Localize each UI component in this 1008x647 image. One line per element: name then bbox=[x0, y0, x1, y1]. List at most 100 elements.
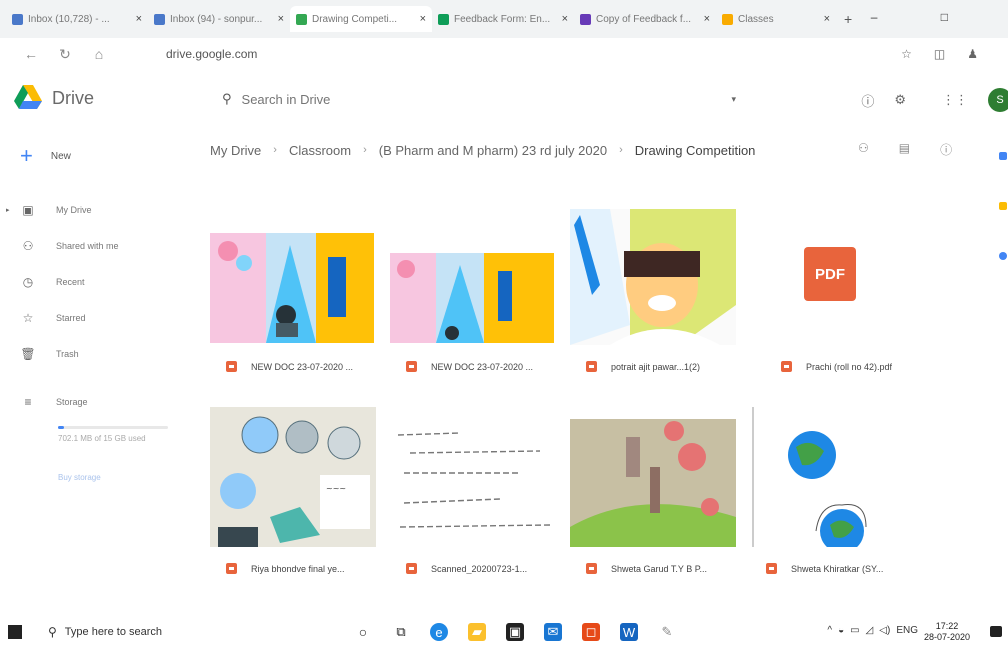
browser-tab[interactable]: Inbox (94) - sonpur... × bbox=[148, 6, 290, 32]
task-view-icon[interactable]: ⧉ bbox=[392, 623, 410, 641]
file-name: Shweta Garud T.Y B P... bbox=[586, 563, 751, 574]
new-tab-button[interactable]: + bbox=[844, 11, 852, 27]
close-icon[interactable]: × bbox=[278, 13, 284, 25]
breadcrumb-current[interactable]: Drawing Competition bbox=[635, 143, 756, 158]
side-panel-strip bbox=[996, 140, 1008, 600]
sidebar-item-storage[interactable]: ≡ Storage bbox=[0, 384, 190, 420]
profile-icon[interactable]: ♟ bbox=[967, 47, 978, 61]
browser-tab[interactable]: Classes × bbox=[716, 6, 836, 32]
file-card[interactable]: Shweta Garud T.Y B P... bbox=[570, 407, 736, 574]
browser-tab[interactable]: Feedback Form: En... × bbox=[432, 6, 574, 32]
back-icon[interactable]: ← bbox=[14, 46, 48, 62]
forms-icon bbox=[438, 13, 449, 25]
browser-tab[interactable]: Inbox (10,728) - ... × bbox=[6, 6, 148, 32]
pen-icon[interactable]: ✎ bbox=[658, 623, 676, 641]
calendar-icon[interactable] bbox=[999, 152, 1007, 160]
settings-icon[interactable]: ⚙ bbox=[894, 92, 906, 108]
breadcrumb: My Drive › Classroom › (B Pharm and M ph… bbox=[210, 139, 755, 161]
file-explorer-icon[interactable]: ▰ bbox=[468, 623, 486, 641]
sidebar-item-starred[interactable]: ☆ Starred bbox=[0, 300, 190, 336]
close-icon[interactable]: × bbox=[562, 13, 568, 25]
taskbar-search[interactable]: ⚲ Type here to search bbox=[48, 625, 308, 639]
drive-logo-icon[interactable] bbox=[14, 84, 42, 110]
chevron-right-icon: › bbox=[619, 144, 623, 156]
extension-icon[interactable]: ◫ bbox=[934, 47, 945, 61]
wifi-icon[interactable]: ◒ bbox=[838, 625, 844, 636]
file-card[interactable]: Shweta Khiratkar (SY... bbox=[750, 407, 916, 574]
breadcrumb-item[interactable]: My Drive bbox=[210, 143, 261, 158]
cortana-icon[interactable]: ○ bbox=[354, 623, 372, 641]
network-icon[interactable]: ◿ bbox=[866, 625, 874, 636]
volume-icon[interactable]: ◁) bbox=[879, 625, 890, 636]
address-bar: ← ↻ ⌂ drive.google.com ☆ ◫ ♟ bbox=[0, 38, 1008, 70]
pdf-file-icon bbox=[226, 563, 237, 574]
window-controls[interactable]: – □ bbox=[871, 10, 978, 24]
close-icon[interactable]: × bbox=[704, 13, 710, 25]
buy-storage-link[interactable]: Buy storage bbox=[0, 473, 190, 482]
info-icon[interactable]: ⓘ bbox=[940, 141, 952, 158]
taskbar: ⚲ Type here to search ○ ⧉ e ▰ ▣ ✉ ◻ W ✎ … bbox=[0, 617, 1008, 647]
help-icon[interactable]: ⓘ bbox=[861, 91, 874, 110]
close-icon[interactable]: × bbox=[824, 13, 830, 25]
file-name: NEW DOC 23-07-2020 ... bbox=[226, 361, 391, 372]
word-icon[interactable]: W bbox=[620, 623, 638, 641]
office-icon[interactable]: ◻ bbox=[582, 623, 600, 641]
trash-icon: 🗑︎ bbox=[20, 347, 36, 361]
close-icon[interactable]: × bbox=[136, 13, 142, 25]
reload-icon[interactable]: ↻ bbox=[48, 46, 82, 63]
file-thumbnail: PDF bbox=[765, 205, 931, 345]
file-card[interactable]: PDF Prachi (roll no 42).pdf bbox=[765, 205, 931, 372]
avatar[interactable]: S bbox=[988, 88, 1008, 112]
svg-text:~~~: ~~~ bbox=[326, 484, 346, 493]
file-card[interactable]: NEW DOC 23-07-2020 ... bbox=[210, 205, 376, 372]
sidebar-item-trash[interactable]: 🗑︎ Trash bbox=[0, 336, 190, 372]
close-icon[interactable]: × bbox=[420, 13, 426, 25]
search-input[interactable] bbox=[241, 91, 722, 107]
chevron-right-icon[interactable]: ▸ bbox=[6, 206, 10, 214]
file-card[interactable]: potrait ajit pawar...1(2) bbox=[570, 205, 736, 372]
search-bar[interactable]: ⚲ ▾ bbox=[210, 80, 775, 118]
apps-grid-icon[interactable]: ⋮⋮ bbox=[942, 92, 968, 108]
url-field[interactable]: drive.google.com bbox=[166, 47, 901, 61]
file-name: Scanned_20200723-1... bbox=[406, 563, 571, 574]
edge-icon[interactable]: e bbox=[430, 623, 448, 641]
file-card[interactable]: Scanned_20200723-1... bbox=[390, 407, 556, 574]
star-icon[interactable]: ☆ bbox=[901, 47, 912, 61]
pdf-icon: PDF bbox=[804, 247, 856, 301]
share-folder-icon[interactable]: ⚇ bbox=[858, 141, 869, 158]
browser-tab[interactable]: Copy of Feedback f... × bbox=[574, 6, 716, 32]
chevron-up-icon[interactable]: ^ bbox=[827, 625, 832, 636]
pdf-file-icon bbox=[226, 361, 237, 372]
breadcrumb-item[interactable]: Classroom bbox=[289, 143, 351, 158]
search-icon[interactable]: ⚲ bbox=[222, 91, 232, 107]
mail-icon[interactable]: ✉ bbox=[544, 623, 562, 641]
windows-start-icon[interactable] bbox=[8, 625, 22, 639]
sidebar-item-my-drive[interactable]: ▸ ▣ My Drive bbox=[0, 192, 190, 228]
sidebar-item-shared[interactable]: ⚇ Shared with me bbox=[0, 228, 190, 264]
home-icon[interactable]: ⌂ bbox=[82, 46, 116, 62]
language-indicator[interactable]: ENG bbox=[896, 625, 918, 636]
file-card[interactable]: ~~~ Riya bhondve final ye... bbox=[210, 407, 376, 574]
keep-icon[interactable] bbox=[999, 202, 1007, 210]
file-thumbnail bbox=[750, 407, 916, 553]
file-thumbnail bbox=[390, 251, 556, 345]
drive-header: Drive ⚲ ▾ ⓘ ⚙ ⋮⋮ S bbox=[0, 74, 1008, 124]
browser-tab-strip: Inbox (10,728) - ... × Inbox (94) - sonpu… bbox=[0, 0, 1008, 38]
taskbar-clock[interactable]: 17:22 28-07-2020 bbox=[924, 621, 970, 643]
forms-icon bbox=[580, 13, 591, 25]
tasks-icon[interactable] bbox=[999, 252, 1007, 260]
breadcrumb-item[interactable]: (B Pharm and M pharm) 23 rd july 2020 bbox=[379, 143, 607, 158]
battery-icon[interactable]: ▭ bbox=[850, 625, 859, 636]
new-button[interactable]: + New bbox=[0, 134, 190, 178]
file-thumbnail bbox=[570, 209, 736, 345]
search-options-icon[interactable]: ▾ bbox=[732, 94, 737, 105]
file-name: Riya bhondve final ye... bbox=[226, 563, 391, 574]
file-card[interactable]: NEW DOC 23-07-2020 ... bbox=[390, 205, 556, 372]
browser-tab-active[interactable]: Drawing Competi... × bbox=[290, 6, 432, 32]
shared-icon: ⚇ bbox=[22, 239, 34, 253]
store-icon[interactable]: ▣ bbox=[506, 623, 524, 641]
notifications-icon[interactable] bbox=[990, 626, 1002, 637]
sidebar-item-recent[interactable]: ◷ Recent bbox=[0, 264, 190, 300]
pdf-file-icon bbox=[586, 563, 597, 574]
list-view-icon[interactable]: ▤ bbox=[899, 141, 910, 158]
